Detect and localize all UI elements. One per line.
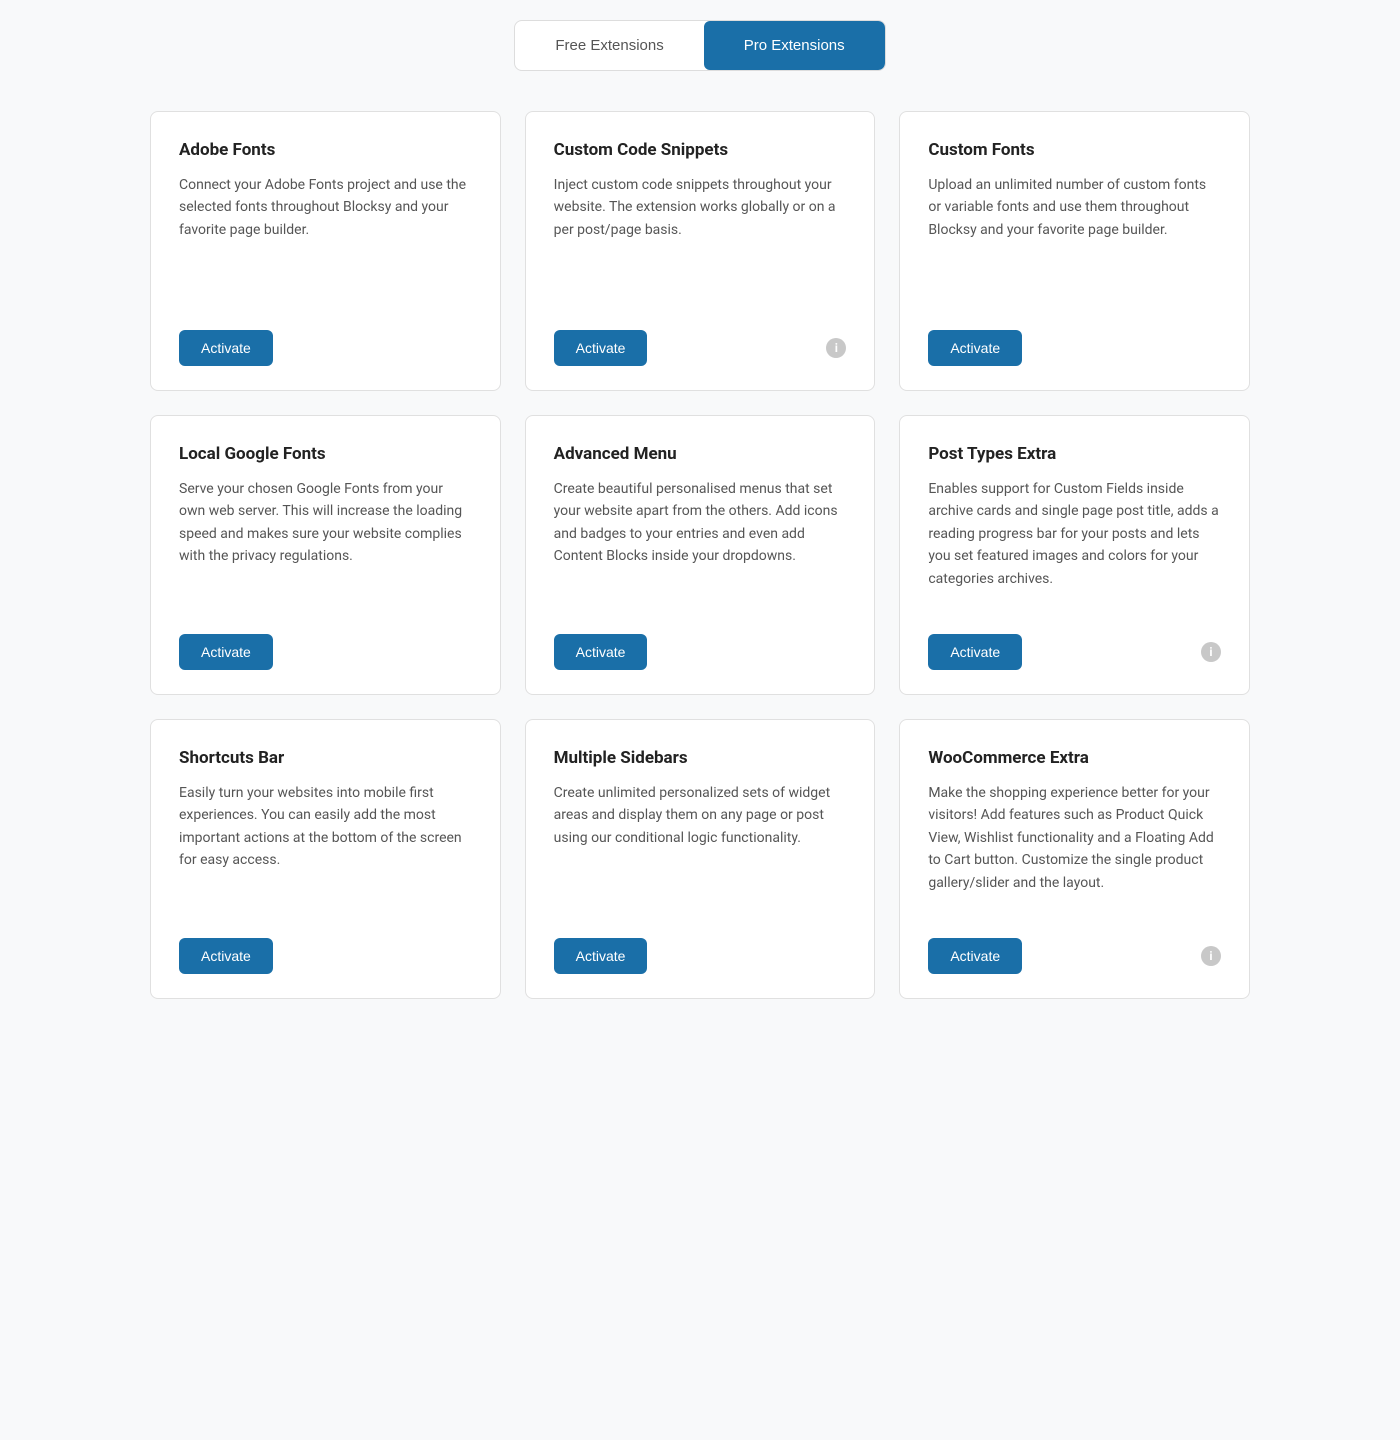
card-content: Post Types Extra Enables support for Cus… — [928, 444, 1221, 606]
card-title-multiple-sidebars: Multiple Sidebars — [554, 748, 847, 768]
card-shortcuts-bar: Shortcuts Bar Easily turn your websites … — [150, 719, 501, 999]
info-icon-woocommerce-extra[interactable]: i — [1201, 946, 1221, 966]
card-title-adobe-fonts: Adobe Fonts — [179, 140, 472, 160]
card-adobe-fonts: Adobe Fonts Connect your Adobe Fonts pro… — [150, 111, 501, 391]
card-content: Custom Code Snippets Inject custom code … — [554, 140, 847, 302]
card-woocommerce-extra: WooCommerce Extra Make the shopping expe… — [899, 719, 1250, 999]
card-content: WooCommerce Extra Make the shopping expe… — [928, 748, 1221, 910]
card-description-custom-code-snippets: Inject custom code snippets throughout y… — [554, 174, 847, 241]
card-title-woocommerce-extra: WooCommerce Extra — [928, 748, 1221, 768]
card-title-custom-fonts: Custom Fonts — [928, 140, 1221, 160]
activate-button-shortcuts-bar[interactable]: Activate — [179, 938, 273, 974]
card-post-types-extra: Post Types Extra Enables support for Cus… — [899, 415, 1250, 695]
activate-button-custom-fonts[interactable]: Activate — [928, 330, 1022, 366]
tab-free-extensions[interactable]: Free Extensions — [515, 21, 703, 70]
card-footer-woocommerce-extra: Activate i — [928, 938, 1221, 974]
card-custom-code-snippets: Custom Code Snippets Inject custom code … — [525, 111, 876, 391]
card-content: Multiple Sidebars Create unlimited perso… — [554, 748, 847, 910]
card-description-post-types-extra: Enables support for Custom Fields inside… — [928, 478, 1221, 590]
card-content: Local Google Fonts Serve your chosen Goo… — [179, 444, 472, 606]
card-footer-multiple-sidebars: Activate — [554, 938, 847, 974]
card-description-shortcuts-bar: Easily turn your websites into mobile fi… — [179, 782, 472, 872]
card-description-local-google-fonts: Serve your chosen Google Fonts from your… — [179, 478, 472, 568]
card-title-shortcuts-bar: Shortcuts Bar — [179, 748, 472, 768]
tab-bar: Free Extensions Pro Extensions — [30, 20, 1370, 71]
card-footer-custom-fonts: Activate — [928, 330, 1221, 366]
card-content: Shortcuts Bar Easily turn your websites … — [179, 748, 472, 910]
card-local-google-fonts: Local Google Fonts Serve your chosen Goo… — [150, 415, 501, 695]
activate-button-multiple-sidebars[interactable]: Activate — [554, 938, 648, 974]
card-footer-adobe-fonts: Activate — [179, 330, 472, 366]
card-description-custom-fonts: Upload an unlimited number of custom fon… — [928, 174, 1221, 241]
activate-button-local-google-fonts[interactable]: Activate — [179, 634, 273, 670]
card-title-advanced-menu: Advanced Menu — [554, 444, 847, 464]
activate-button-advanced-menu[interactable]: Activate — [554, 634, 648, 670]
card-footer-custom-code-snippets: Activate i — [554, 330, 847, 366]
card-custom-fonts: Custom Fonts Upload an unlimited number … — [899, 111, 1250, 391]
card-footer-local-google-fonts: Activate — [179, 634, 472, 670]
card-advanced-menu: Advanced Menu Create beautiful personali… — [525, 415, 876, 695]
card-description-adobe-fonts: Connect your Adobe Fonts project and use… — [179, 174, 472, 241]
card-footer-advanced-menu: Activate — [554, 634, 847, 670]
info-icon-custom-code-snippets[interactable]: i — [826, 338, 846, 358]
card-title-post-types-extra: Post Types Extra — [928, 444, 1221, 464]
card-description-woocommerce-extra: Make the shopping experience better for … — [928, 782, 1221, 894]
tab-pro-extensions[interactable]: Pro Extensions — [704, 21, 885, 70]
activate-button-adobe-fonts[interactable]: Activate — [179, 330, 273, 366]
card-footer-post-types-extra: Activate i — [928, 634, 1221, 670]
info-icon-post-types-extra[interactable]: i — [1201, 642, 1221, 662]
tab-wrapper: Free Extensions Pro Extensions — [514, 20, 885, 71]
card-content: Advanced Menu Create beautiful personali… — [554, 444, 847, 606]
extensions-grid: Adobe Fonts Connect your Adobe Fonts pro… — [150, 111, 1250, 999]
card-content: Custom Fonts Upload an unlimited number … — [928, 140, 1221, 302]
activate-button-custom-code-snippets[interactable]: Activate — [554, 330, 648, 366]
card-title-custom-code-snippets: Custom Code Snippets — [554, 140, 847, 160]
card-title-local-google-fonts: Local Google Fonts — [179, 444, 472, 464]
activate-button-woocommerce-extra[interactable]: Activate — [928, 938, 1022, 974]
card-multiple-sidebars: Multiple Sidebars Create unlimited perso… — [525, 719, 876, 999]
card-content: Adobe Fonts Connect your Adobe Fonts pro… — [179, 140, 472, 302]
activate-button-post-types-extra[interactable]: Activate — [928, 634, 1022, 670]
card-footer-shortcuts-bar: Activate — [179, 938, 472, 974]
card-description-multiple-sidebars: Create unlimited personalized sets of wi… — [554, 782, 847, 849]
card-description-advanced-menu: Create beautiful personalised menus that… — [554, 478, 847, 568]
